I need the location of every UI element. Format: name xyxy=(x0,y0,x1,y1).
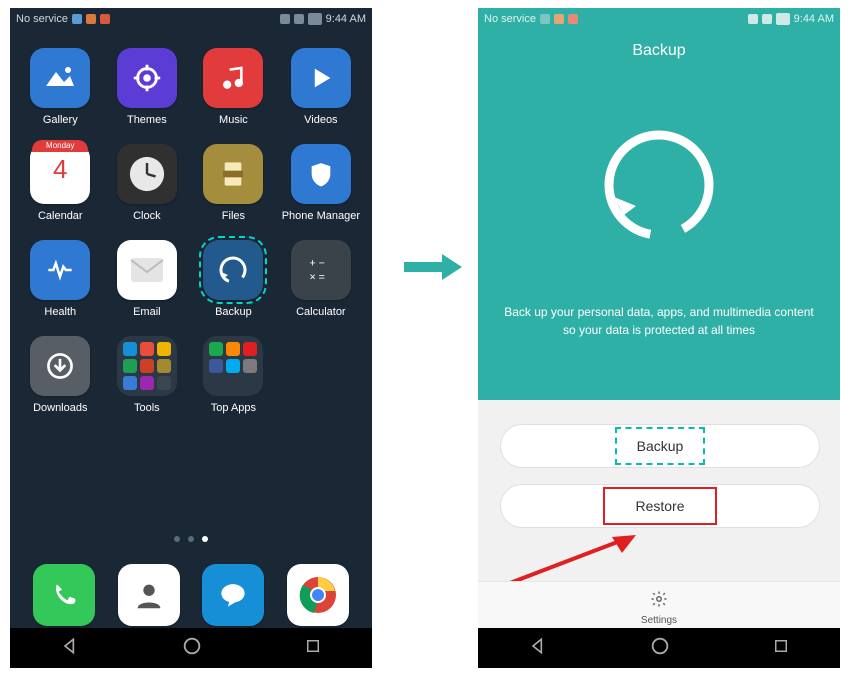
clock-text: 9:44 AM xyxy=(326,13,366,25)
nfc-icon xyxy=(748,14,758,24)
recent-button[interactable] xyxy=(772,637,790,660)
status-icon xyxy=(554,14,564,24)
battery-icon xyxy=(308,13,322,25)
phone-home-screen: No service 9:44 AM Gallery Themes Music Vid… xyxy=(10,8,372,668)
app-videos[interactable]: Videos xyxy=(282,48,360,126)
dock-contacts[interactable] xyxy=(118,564,180,626)
back-button[interactable] xyxy=(528,636,548,661)
downloads-icon xyxy=(30,336,90,396)
app-label: Music xyxy=(219,114,248,126)
back-button[interactable] xyxy=(60,636,80,661)
status-icon xyxy=(86,14,96,24)
transition-arrow xyxy=(404,252,462,282)
backup-icon xyxy=(203,240,263,300)
app-label: Top Apps xyxy=(211,402,256,414)
folder-icon xyxy=(203,336,263,396)
sim-icon xyxy=(294,14,304,24)
home-app-grid: Gallery Themes Music Videos Monday4 Calendar C… xyxy=(10,30,372,414)
status-icon xyxy=(72,14,82,24)
svg-text:+ −: + − xyxy=(309,257,324,269)
gear-icon xyxy=(650,590,668,613)
calendar-icon: Monday4 xyxy=(30,144,90,204)
dock-chrome[interactable] xyxy=(287,564,349,626)
app-label: Videos xyxy=(304,114,337,126)
app-label: Gallery xyxy=(43,114,78,126)
app-label: Themes xyxy=(127,114,167,126)
home-button[interactable] xyxy=(181,635,203,662)
clock-text: 9:44 AM xyxy=(794,13,834,25)
page-dot[interactable] xyxy=(174,536,180,542)
battery-icon xyxy=(776,13,790,25)
app-label: Phone Manager xyxy=(282,210,360,222)
app-backup[interactable]: Backup xyxy=(195,240,272,318)
calc-icon: + − × = xyxy=(291,240,351,300)
backup-header: Backup Back up your personal data, apps,… xyxy=(478,30,840,400)
backup-description: Back up your personal data, apps, and mu… xyxy=(504,303,814,339)
folder-icon xyxy=(117,336,177,396)
settings-button[interactable]: Settings xyxy=(478,581,840,634)
app-files[interactable]: Files xyxy=(195,144,272,222)
network-status: No service xyxy=(16,13,68,25)
files-icon xyxy=(203,144,263,204)
dock xyxy=(10,564,372,626)
page-dot[interactable] xyxy=(202,536,208,542)
clock-icon xyxy=(117,144,177,204)
page-indicator[interactable] xyxy=(10,536,372,542)
phone-backup-screen: No service 9:44 AM Backup Back up your p… xyxy=(478,8,840,668)
backup-body: Backup Restore Settings xyxy=(478,400,840,634)
app-downloads[interactable]: Downloads xyxy=(22,336,99,414)
status-icon xyxy=(568,14,578,24)
dock-phone[interactable] xyxy=(33,564,95,626)
status-icon xyxy=(100,14,110,24)
svg-text:× =: × = xyxy=(309,272,324,284)
app-clock[interactable]: Clock xyxy=(109,144,186,222)
phonemgr-icon xyxy=(291,144,351,204)
app-topapps[interactable]: Top Apps xyxy=(195,336,272,414)
restore-button[interactable]: Restore xyxy=(500,484,820,528)
app-label: Calendar xyxy=(38,210,83,222)
network-status: No service xyxy=(484,13,536,25)
system-navbar xyxy=(478,628,840,668)
system-navbar xyxy=(10,628,372,668)
app-label: Files xyxy=(222,210,245,222)
app-label: Calculator xyxy=(296,306,346,318)
nfc-icon xyxy=(280,14,290,24)
recent-button[interactable] xyxy=(304,637,322,660)
page-dot[interactable] xyxy=(188,536,194,542)
app-calendar[interactable]: Monday4 Calendar xyxy=(22,144,99,222)
backup-button[interactable]: Backup xyxy=(500,424,820,468)
home-button[interactable] xyxy=(649,635,671,662)
app-tools[interactable]: Tools xyxy=(109,336,186,414)
status-bar: No service 9:44 AM xyxy=(478,8,840,30)
app-label: Email xyxy=(133,306,161,318)
sim-icon xyxy=(762,14,772,24)
app-music[interactable]: Music xyxy=(195,48,272,126)
dock-messages[interactable] xyxy=(202,564,264,626)
app-label: Backup xyxy=(215,306,252,318)
app-label: Downloads xyxy=(33,402,87,414)
app-health[interactable]: Health xyxy=(22,240,99,318)
themes-icon xyxy=(117,48,177,108)
app-label: Tools xyxy=(134,402,160,414)
backup-hero-icon xyxy=(594,120,724,255)
app-phonemgr[interactable]: Phone Manager xyxy=(282,144,360,222)
app-label: Health xyxy=(44,306,76,318)
app-email[interactable]: Email xyxy=(109,240,186,318)
email-icon xyxy=(117,240,177,300)
settings-label: Settings xyxy=(641,615,677,626)
gallery-icon xyxy=(30,48,90,108)
status-bar: No service 9:44 AM xyxy=(10,8,372,30)
app-calc[interactable]: + − × = Calculator xyxy=(282,240,360,318)
status-icon xyxy=(540,14,550,24)
app-themes[interactable]: Themes xyxy=(109,48,186,126)
app-label: Clock xyxy=(133,210,161,222)
music-icon xyxy=(203,48,263,108)
page-title: Backup xyxy=(632,42,685,60)
videos-icon xyxy=(291,48,351,108)
annotation-highlight-box xyxy=(615,427,705,465)
annotation-arrow xyxy=(508,535,638,585)
health-icon xyxy=(30,240,90,300)
annotation-red-box xyxy=(603,487,717,525)
app-gallery[interactable]: Gallery xyxy=(22,48,99,126)
